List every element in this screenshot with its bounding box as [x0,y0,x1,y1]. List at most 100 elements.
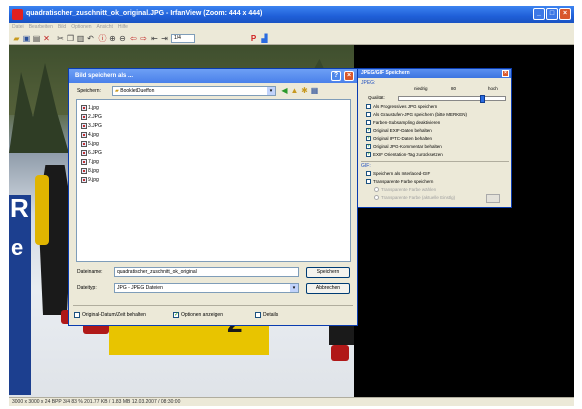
jpg-file-icon [81,114,87,120]
maximize-button[interactable]: □ [546,8,558,20]
file-list[interactable]: 1.jpg 2.JPG 3.JPG 4.jpg 5.jpg 6.JPG 7.jp… [76,99,351,262]
opt-keep-iptc[interactable]: ✓ Original IPTC-Daten behalten [366,136,432,141]
dialog-close-icon[interactable]: × [344,71,354,81]
opt-current-transparent: Transparente Farbe (aktuelle Einstlg) [374,195,455,200]
new-folder-icon[interactable]: ✱ [300,86,309,95]
close-button[interactable]: × [559,8,571,20]
checkbox-box[interactable] [366,112,371,117]
next-icon[interactable]: ⇨ [139,34,148,43]
print-icon[interactable]: ▤ [32,34,41,43]
jpg-file-icon [81,123,87,129]
paint-icon[interactable]: P [249,34,258,43]
divider [73,305,353,306]
checkmark-icon[interactable]: ✓ [366,152,371,157]
details-checkbox[interactable]: Details [255,312,278,318]
zoom-in-icon[interactable]: ⊕ [108,34,117,43]
menu-optionen[interactable]: Optionen [71,23,91,32]
list-item[interactable]: 7.jpg [81,158,99,166]
menu-bar: Datei Bearbeiten Bild Optionen Ansicht H… [9,23,574,32]
list-item[interactable]: 3.JPG [81,122,102,130]
opt-transparent-color[interactable]: Transparente Farbe speichern [366,179,433,184]
menu-bearbeiten[interactable]: Bearbeiten [29,23,53,32]
view-menu-icon[interactable]: ▦ [310,86,319,95]
opt-keep-exif[interactable]: ✓ Original EXIF-Daten behalten [366,128,432,133]
paste-icon[interactable]: ▥ [76,34,85,43]
checkmark-icon[interactable]: ✓ [366,128,371,133]
toolbar: ▰ ▣ ▤ ✕ ✂ ❐ ▥ ↶ ⓘ ⊕ ⊖ ⇦ ⇨ ⇤ ⇥ 1/4 P ▟ [9,32,574,45]
filetype-select[interactable]: JPG - JPEG Dateien ▾ [114,283,299,293]
skier-yellow-sleeve [35,175,49,245]
checkbox-box[interactable] [74,312,80,318]
color-picker-button [486,194,500,203]
menu-hilfe[interactable]: Hilfe [118,23,128,32]
opt-progressive[interactable]: Als Progressives JPG speichern [366,104,437,109]
sponsor-pillar [9,195,31,395]
opt-subsampling[interactable]: Farben-Subsampling deaktivieren [366,120,440,125]
undo-icon[interactable]: ↶ [86,34,95,43]
save-in-select[interactable]: ▰ BookletDueffon ▾ [112,86,276,96]
panel-close-icon[interactable]: × [502,70,509,77]
filename-input[interactable]: quadratischer_zuschnitt_ok_original [114,267,299,277]
checkmark-icon[interactable]: ✓ [366,136,371,141]
slider-thumb[interactable] [480,95,485,103]
opt-interlaced-gif[interactable]: Speichern als Interlaced-GIF [366,171,430,176]
skier-right-boot [331,345,349,361]
save-as-dialog: Bild speichern als ... ? × Speichern: ▰ … [68,68,358,326]
menu-bild[interactable]: Bild [58,23,66,32]
checkbox-box[interactable] [366,179,371,184]
up-folder-icon[interactable]: ▲ [290,86,299,95]
info-icon[interactable]: ⓘ [98,34,107,43]
sign-letter-e: e [11,235,24,260]
page-number-box[interactable]: 1/4 [171,34,195,43]
list-item[interactable]: 4.jpg [81,131,99,139]
copy-icon[interactable]: ❐ [66,34,75,43]
list-item[interactable]: 6.JPG [81,149,102,157]
page-first-icon[interactable]: ⇤ [150,34,159,43]
chevron-down-icon[interactable]: ▾ [267,87,275,95]
list-item[interactable]: 9.jpg [81,176,99,184]
cancel-button[interactable]: Abbrechen [306,283,350,294]
jpg-file-icon [81,159,87,165]
jpg-section-label: JPEG: [361,80,376,86]
save-icon[interactable]: ▣ [22,34,31,43]
dialog-title: Bild speichern als ... [75,73,134,79]
checkmark-icon[interactable]: ✓ [366,144,371,149]
opt-reset-orientation[interactable]: ✓ EXIF Orientation-Tag zurücksetzen [366,152,443,157]
checkbox-box[interactable] [366,120,371,125]
cut-icon[interactable]: ✂ [56,34,65,43]
sign-letter-r: R [10,193,29,223]
delete-icon[interactable]: ✕ [42,34,51,43]
show-options-checkbox[interactable]: ✓ Optionen anzeigen [173,312,223,318]
checkbox-box[interactable] [366,104,371,109]
zoom-out-icon[interactable]: ⊖ [118,34,127,43]
save-button[interactable]: Speichern [306,267,350,278]
checkbox-box[interactable] [255,312,261,318]
list-item[interactable]: 5.jpg [81,140,99,148]
checkbox-box[interactable] [366,171,371,176]
help-icon[interactable]: ? [331,71,341,81]
list-item[interactable]: 2.JPG [81,113,102,121]
list-item[interactable]: 8.jpg [81,167,99,175]
chevron-down-icon[interactable]: ▾ [290,284,298,292]
quality-slider[interactable] [398,95,506,103]
list-item[interactable]: 1.jpg [81,104,99,112]
back-icon[interactable]: ◀ [280,86,289,95]
keep-date-checkbox[interactable]: Original-Datum/Zeit behalten [74,312,146,318]
menu-ansicht[interactable]: Ansicht [97,23,113,32]
menu-datei[interactable]: Datei [12,23,24,32]
prev-icon[interactable]: ⇦ [129,34,138,43]
opt-keep-comment[interactable]: ✓ Original JPG-Kommentar behalten [366,144,442,149]
open-icon[interactable]: ▰ [12,34,21,43]
opt-choose-transparent: Transparente Farbe wählen [374,187,436,192]
divider [361,161,509,162]
jpg-file-icon [81,168,87,174]
opt-grayscale[interactable]: Als Graustufen-JPG speichern (bitte MERK… [366,112,467,117]
jpeg-gif-options-panel: JPEG/GIF Speichern × JPEG: niedrig 80 ho… [357,68,512,208]
jpg-panel-title: JPEG/GIF Speichern [361,70,410,76]
checkmark-icon[interactable]: ✓ [173,312,179,318]
minimize-button[interactable]: _ [533,8,545,20]
settings-icon[interactable]: ▟ [260,34,269,43]
quality-high-label: hoch [488,86,498,91]
page-last-icon[interactable]: ⇥ [160,34,169,43]
window-title: quadratischer_zuschnitt_ok_original.JPG … [26,10,263,17]
